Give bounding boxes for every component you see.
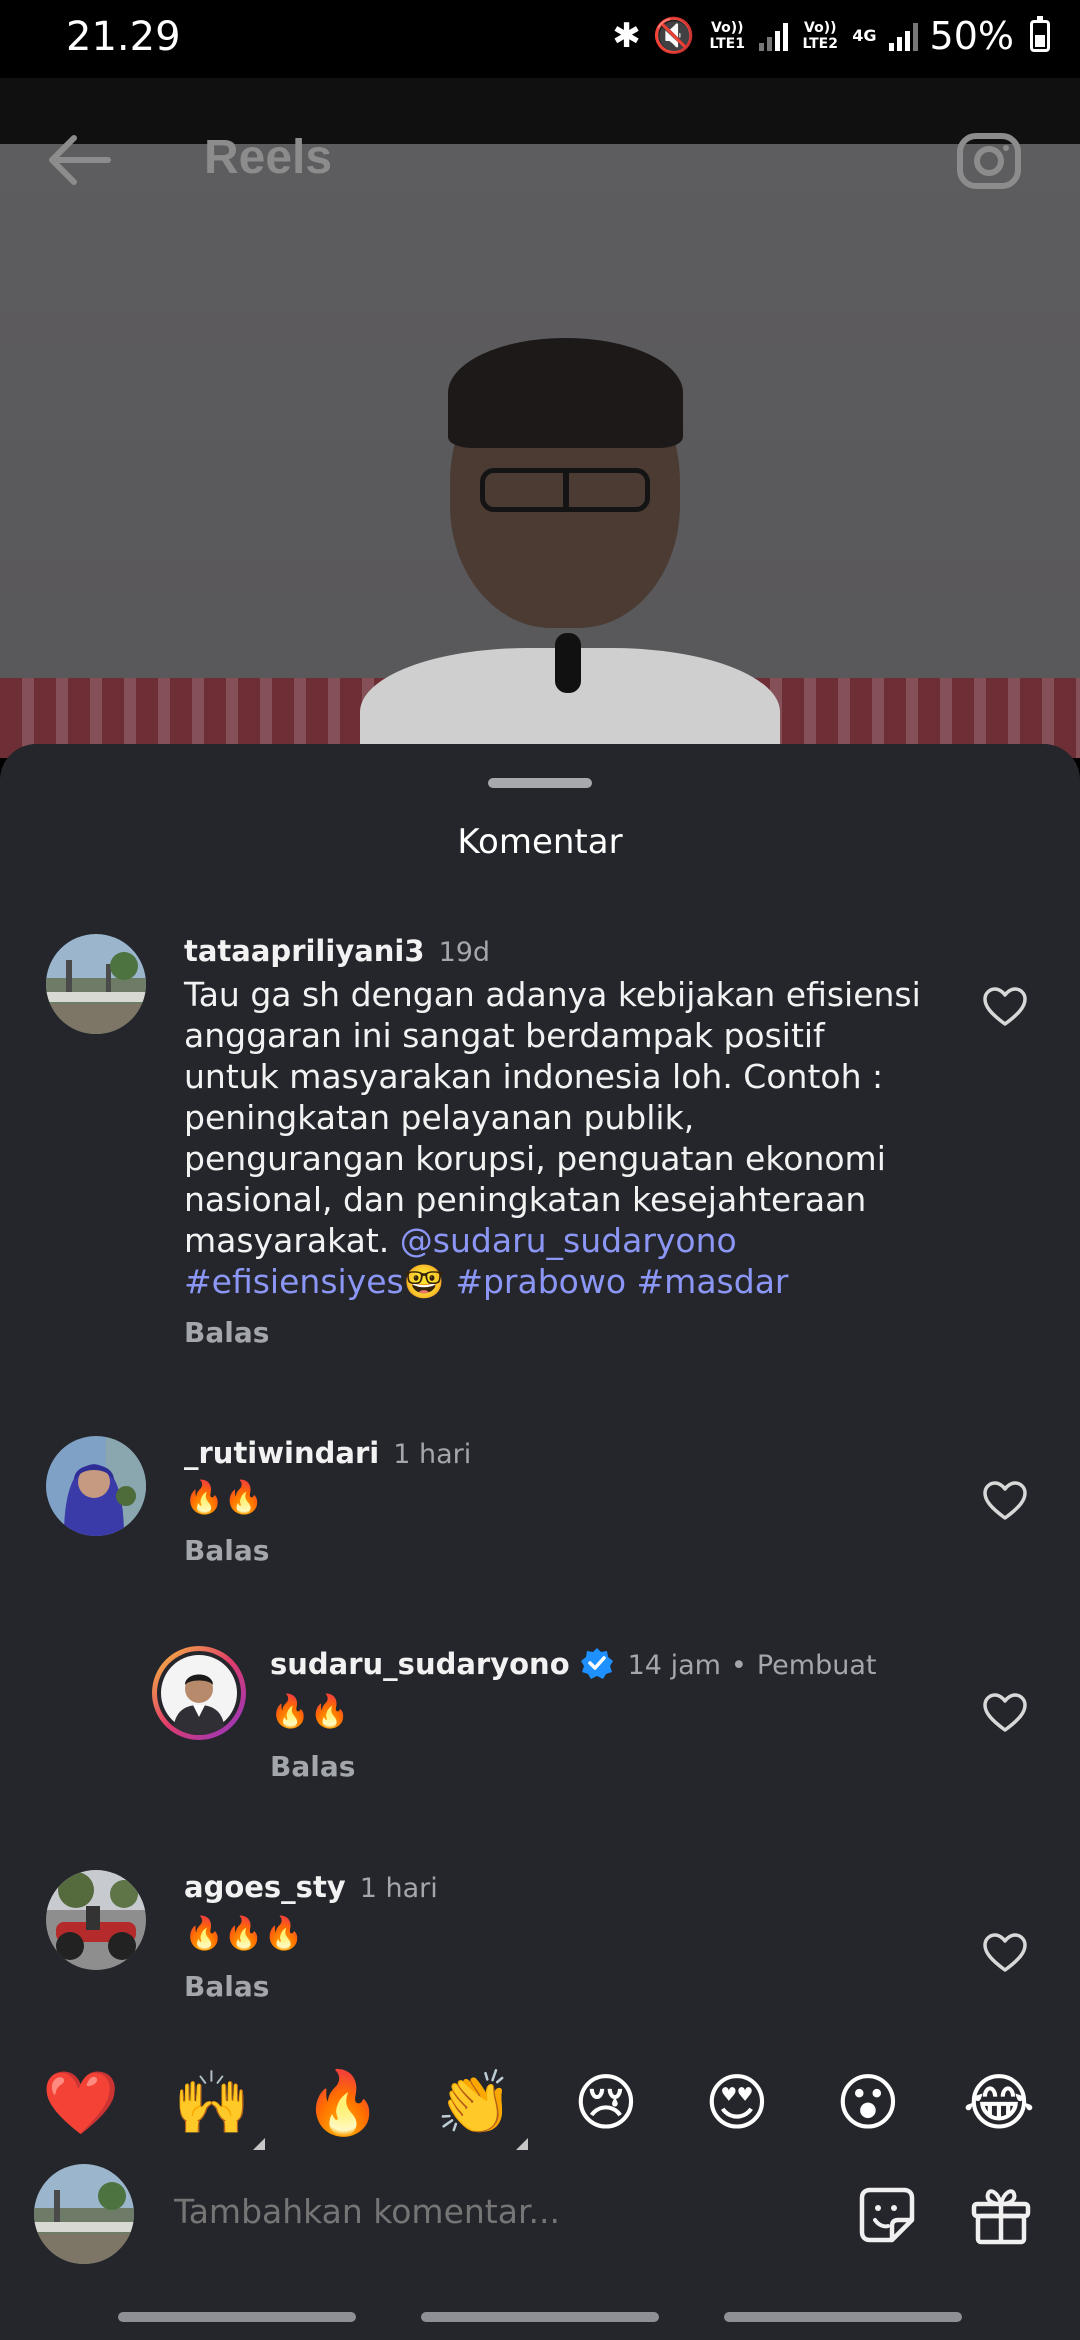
reaction-fire[interactable]: 🔥	[298, 2058, 388, 2148]
reaction-clap-emoji: 👏	[436, 2066, 514, 2139]
comment-text: 🔥🔥🔥	[184, 1914, 304, 1952]
battery-percent: 50%	[929, 14, 1014, 58]
comment-username[interactable]: _rutiwindari	[184, 1436, 379, 1470]
comment-time: 19d	[438, 937, 491, 968]
hashtag-link[interactable]: #masdar	[637, 1262, 789, 1301]
reaction-clap[interactable]: 👏	[430, 2058, 528, 2150]
creator-label: Pembuat	[756, 1650, 877, 1681]
avatar[interactable]	[46, 1436, 146, 1536]
reply-button[interactable]: Balas	[270, 1750, 355, 1783]
reaction-crying[interactable]: 😢	[561, 2058, 651, 2148]
avatar[interactable]	[152, 1646, 246, 1740]
mention-link[interactable]: @sudaru_sudaryono	[400, 1221, 737, 1260]
system-nav-bar	[0, 2282, 1080, 2340]
nav-back[interactable]	[724, 2312, 962, 2322]
like-heart-icon[interactable]	[982, 1932, 1028, 1974]
network-type: 4G	[852, 26, 877, 45]
emoji-reaction-bar: ❤️ 🙌 🔥 👏 😢 😍 😮 😂	[0, 2058, 1080, 2150]
skin-tone-indicator	[253, 2138, 265, 2150]
reply-button[interactable]: Balas	[184, 1970, 269, 2003]
skin-tone-indicator	[516, 2138, 528, 2150]
sim1-label: Vo)) LTE1	[709, 20, 745, 52]
nav-home[interactable]	[421, 2312, 659, 2322]
hashtag-link[interactable]: #prabowo	[455, 1262, 626, 1301]
back-arrow-icon[interactable]	[44, 130, 114, 190]
video-person	[360, 338, 780, 758]
reply-button[interactable]: Balas	[184, 1534, 269, 1567]
comment-text: 🔥🔥	[270, 1692, 350, 1730]
meta-separator: •	[730, 1650, 747, 1681]
nav-recents[interactable]	[118, 2312, 356, 2322]
page-title: Reels	[204, 131, 333, 184]
sticker-icon[interactable]	[854, 2182, 920, 2248]
signal-icon	[759, 21, 789, 51]
reaction-heart-eyes[interactable]: 😍	[692, 2058, 782, 2148]
drag-handle[interactable]	[488, 778, 592, 788]
sim2-label: Vo)) LTE2	[802, 20, 838, 52]
comment-input-row	[0, 2160, 1080, 2280]
comment-text: Tau ga sh dengan adanya kebijakan efisie…	[184, 975, 921, 1260]
hashtag-link[interactable]: #efisiensiyes	[184, 1262, 404, 1301]
reels-header: Reels	[0, 78, 1080, 238]
status-icons: ✱ 🔇 Vo)) LTE1 Vo)) LTE2 4G 50%	[612, 14, 1050, 58]
battery-icon	[1030, 16, 1050, 52]
reaction-heart[interactable]: ❤️	[36, 2058, 126, 2148]
comment-time: 1 hari	[359, 1873, 438, 1904]
mute-icon: 🔇	[652, 16, 696, 56]
status-bar: 21.29 ✱ 🔇 Vo)) LTE1 Vo)) LTE2 4G 50%	[0, 0, 1080, 78]
comment-username[interactable]: sudaru_sudaryono	[270, 1647, 570, 1681]
my-avatar	[34, 2164, 134, 2264]
comment-username[interactable]: tataapriliyani3	[184, 934, 425, 968]
reaction-laughing[interactable]: 😂	[954, 2058, 1044, 2148]
gift-icon[interactable]	[968, 2182, 1034, 2248]
sheet-title: Komentar	[457, 822, 623, 862]
status-time: 21.29	[66, 14, 181, 60]
verified-badge-icon	[580, 1648, 613, 1679]
camera-icon[interactable]	[954, 126, 1024, 192]
comment-username[interactable]: agoes_sty	[184, 1870, 346, 1904]
comment-time: 14 jam	[627, 1650, 721, 1681]
signal-icon	[888, 21, 918, 51]
comment-input[interactable]	[174, 2192, 814, 2231]
reaction-raised-hands[interactable]: 🙌	[167, 2058, 265, 2150]
reaction-raised-hands-emoji: 🙌	[173, 2066, 251, 2139]
reply-button[interactable]: Balas	[184, 1316, 269, 1349]
comment-text: 🔥🔥	[184, 1478, 264, 1516]
comment-text-block: Tau ga sh dengan adanya kebijakan efisie…	[184, 974, 924, 1302]
avatar[interactable]	[46, 1870, 146, 1970]
avatar[interactable]	[46, 934, 146, 1034]
like-heart-icon[interactable]	[982, 986, 1028, 1028]
like-heart-icon[interactable]	[982, 1480, 1028, 1522]
reaction-surprised[interactable]: 😮	[823, 2058, 913, 2148]
comment-emoji: 🤓	[403, 1262, 445, 1301]
comment-time: 1 hari	[393, 1439, 472, 1470]
like-heart-icon[interactable]	[982, 1692, 1028, 1734]
bluetooth-icon: ✱	[612, 16, 641, 56]
